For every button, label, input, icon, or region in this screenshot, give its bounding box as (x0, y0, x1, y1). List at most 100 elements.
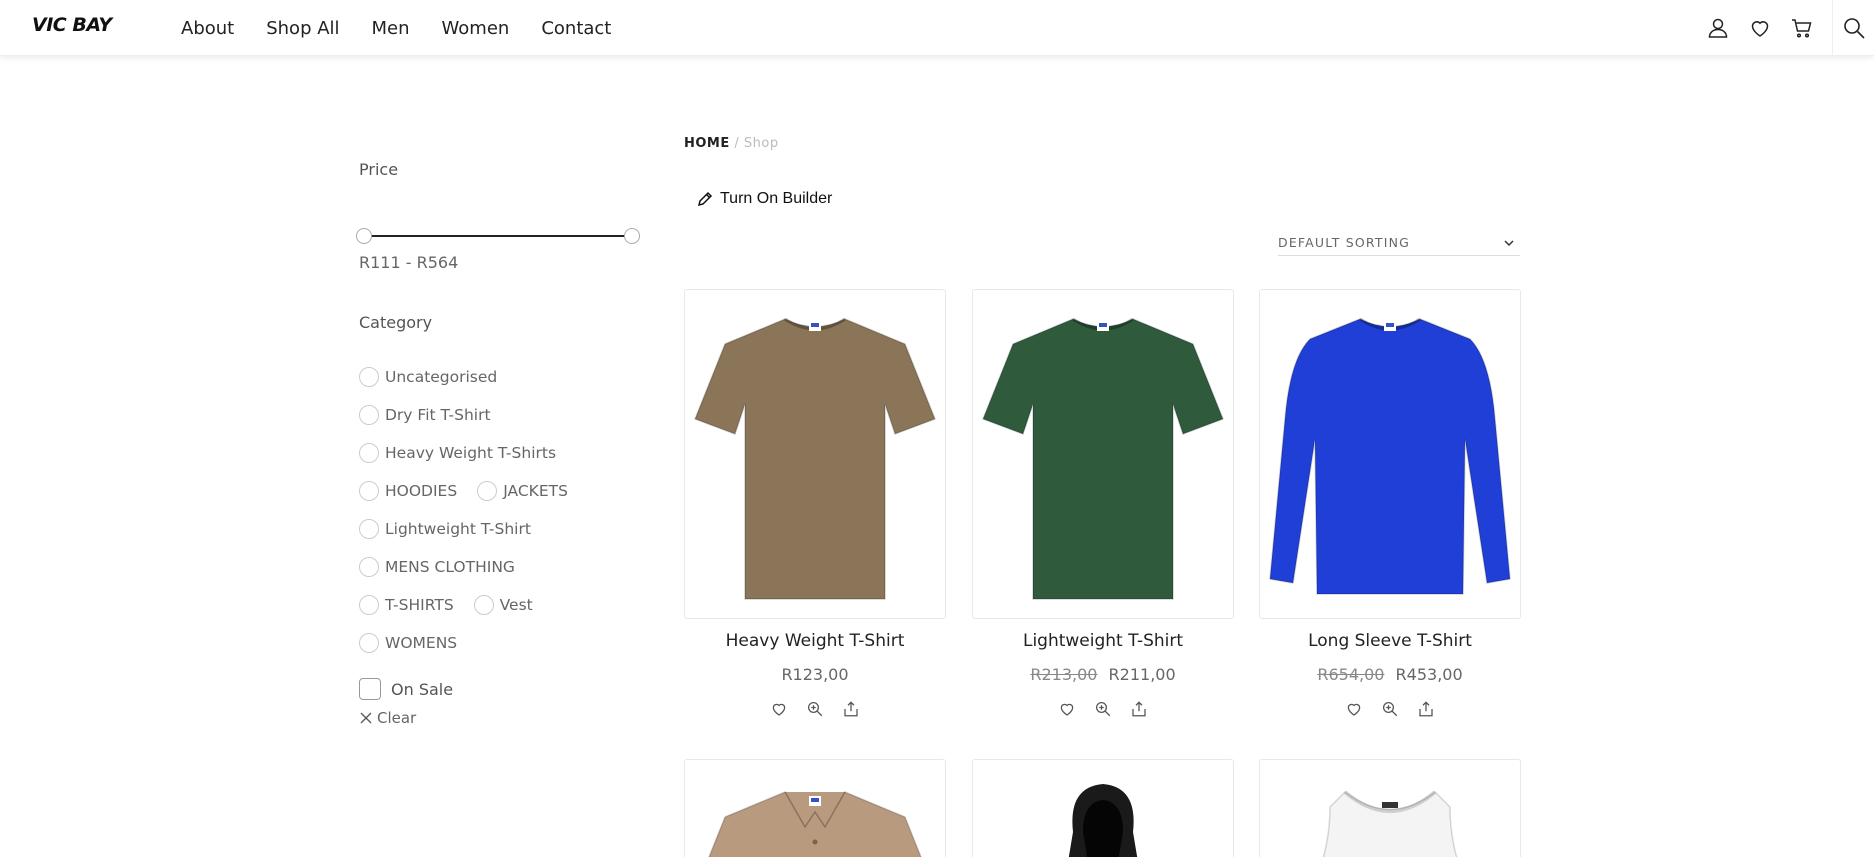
price-slider-min-handle[interactable] (356, 228, 372, 244)
wishlist-icon[interactable] (1345, 700, 1363, 718)
on-sale-checkbox[interactable] (359, 678, 381, 700)
cart-icon[interactable] (1790, 16, 1814, 40)
product-image[interactable] (684, 289, 946, 619)
product-price: R213,00 R211,00 (972, 665, 1234, 684)
product-current-price: R211,00 (1108, 665, 1176, 684)
on-sale-filter[interactable]: On Sale (359, 678, 453, 700)
turn-on-builder-button[interactable]: Turn On Builder (696, 190, 832, 208)
product-name[interactable]: Heavy Weight T-Shirt (684, 631, 946, 651)
breadcrumb: HOME / Shop (684, 136, 779, 151)
search-button[interactable] (1832, 0, 1874, 56)
svg-text:VIC BAY: VIC BAY (32, 14, 114, 35)
quick-view-icon[interactable] (806, 700, 824, 718)
category-radio[interactable] (473, 595, 494, 615)
category-label: Heavy Weight T-Shirts (385, 444, 557, 462)
product-name[interactable]: Lightweight T-Shirt (972, 631, 1234, 651)
category-radio[interactable] (359, 557, 379, 577)
category-option[interactable]: HOODIES (359, 481, 457, 501)
price-slider-track (364, 235, 632, 237)
clear-filters-link[interactable]: Clear (359, 709, 416, 727)
category-radio[interactable] (359, 519, 379, 539)
product-old-price: R213,00 (1030, 665, 1098, 684)
category-filter-title: Category (359, 313, 433, 332)
category-option[interactable]: MENS CLOTHING (359, 557, 515, 577)
category-label: Vest (499, 596, 533, 614)
product-name[interactable]: Long Sleeve T-Shirt (1259, 631, 1521, 651)
product-image[interactable] (973, 760, 1233, 857)
price-filter-title: Price (359, 160, 399, 179)
category-option[interactable]: Vest (473, 595, 533, 615)
product-actions (972, 700, 1234, 718)
heart-icon[interactable] (1748, 16, 1772, 40)
category-row: HOODIES JACKETS (359, 472, 659, 510)
breadcrumb-separator: / (734, 136, 740, 151)
pencil-icon (697, 191, 713, 207)
share-icon[interactable] (1130, 700, 1148, 718)
category-radio[interactable] (359, 443, 379, 463)
category-row: MENS CLOTHING (359, 548, 659, 586)
product-image[interactable] (972, 289, 1234, 619)
sorting-selected-value: DEFAULT SORTING (1278, 235, 1411, 250)
category-row: T-SHIRTS Vest (359, 586, 659, 624)
category-row: Dry Fit T-Shirt (359, 396, 659, 434)
breadcrumb-current: Shop (743, 136, 779, 151)
category-label: Dry Fit T-Shirt (385, 406, 491, 424)
category-label: JACKETS (503, 482, 568, 500)
category-row: Uncategorised (359, 358, 659, 396)
nav-women[interactable]: Women (442, 18, 510, 39)
category-radio[interactable] (477, 481, 498, 501)
nav-men[interactable]: Men (372, 18, 410, 39)
category-row: WOMENS (359, 624, 659, 662)
on-sale-label: On Sale (391, 679, 454, 699)
price-slider-max-handle[interactable] (624, 228, 640, 244)
category-option[interactable]: Uncategorised (359, 367, 497, 387)
product-image[interactable] (1260, 760, 1520, 857)
brand-logo[interactable]: VIC BAY (32, 11, 136, 35)
product-card[interactable]: Long Sleeve T-Shirt R654,00 R453,00 (1259, 289, 1521, 718)
product-actions (1259, 700, 1521, 718)
category-label: HOODIES (385, 482, 458, 500)
share-icon[interactable] (1417, 700, 1435, 718)
product-image[interactable] (1259, 289, 1521, 619)
user-icon[interactable] (1706, 16, 1730, 40)
breadcrumb-home[interactable]: HOME (684, 136, 730, 151)
category-option[interactable]: Dry Fit T-Shirt (359, 405, 491, 425)
nav-contact[interactable]: Contact (541, 18, 611, 39)
category-label: Lightweight T-Shirt (385, 520, 531, 538)
main-nav: About Shop All Men Women Contact (181, 0, 643, 56)
product-card[interactable] (1259, 759, 1521, 857)
product-card[interactable] (684, 759, 946, 857)
share-icon[interactable] (842, 700, 860, 718)
wishlist-icon[interactable] (770, 700, 788, 718)
category-option[interactable]: WOMENS (359, 633, 457, 653)
product-card[interactable]: Lightweight T-Shirt R213,00 R211,00 (972, 289, 1234, 718)
nav-shop-all[interactable]: Shop All (266, 18, 339, 39)
search-icon (1843, 18, 1865, 39)
category-radio[interactable] (359, 633, 379, 653)
product-image[interactable] (685, 760, 945, 857)
category-option[interactable]: JACKETS (477, 481, 568, 501)
category-radio[interactable] (359, 367, 379, 387)
category-option[interactable]: T-SHIRTS (359, 595, 454, 615)
category-row: Lightweight T-Shirt (359, 510, 659, 548)
category-option[interactable]: Heavy Weight T-Shirts (359, 443, 556, 463)
quick-view-icon[interactable] (1381, 700, 1399, 718)
product-price: R654,00 R453,00 (1259, 665, 1521, 684)
price-slider[interactable] (356, 228, 640, 244)
category-radio[interactable] (359, 595, 379, 615)
quick-view-icon[interactable] (1094, 700, 1112, 718)
category-list: Uncategorised Dry Fit T-Shirt Heavy Weight… (359, 358, 659, 662)
category-radio[interactable] (359, 481, 379, 501)
category-option[interactable]: Lightweight T-Shirt (359, 519, 531, 539)
wishlist-icon[interactable] (1058, 700, 1076, 718)
category-label: T-SHIRTS (385, 596, 454, 614)
close-icon (360, 712, 372, 724)
product-current-price: R123,00 (781, 665, 849, 684)
sorting-select[interactable]: DEFAULT SORTING (1278, 230, 1520, 256)
category-radio[interactable] (359, 405, 379, 425)
category-label: WOMENS (385, 634, 458, 652)
category-row: Heavy Weight T-Shirts (359, 434, 659, 472)
product-card[interactable] (972, 759, 1234, 857)
product-card[interactable]: Heavy Weight T-Shirt R123,00 (684, 289, 946, 718)
nav-about[interactable]: About (181, 18, 234, 39)
